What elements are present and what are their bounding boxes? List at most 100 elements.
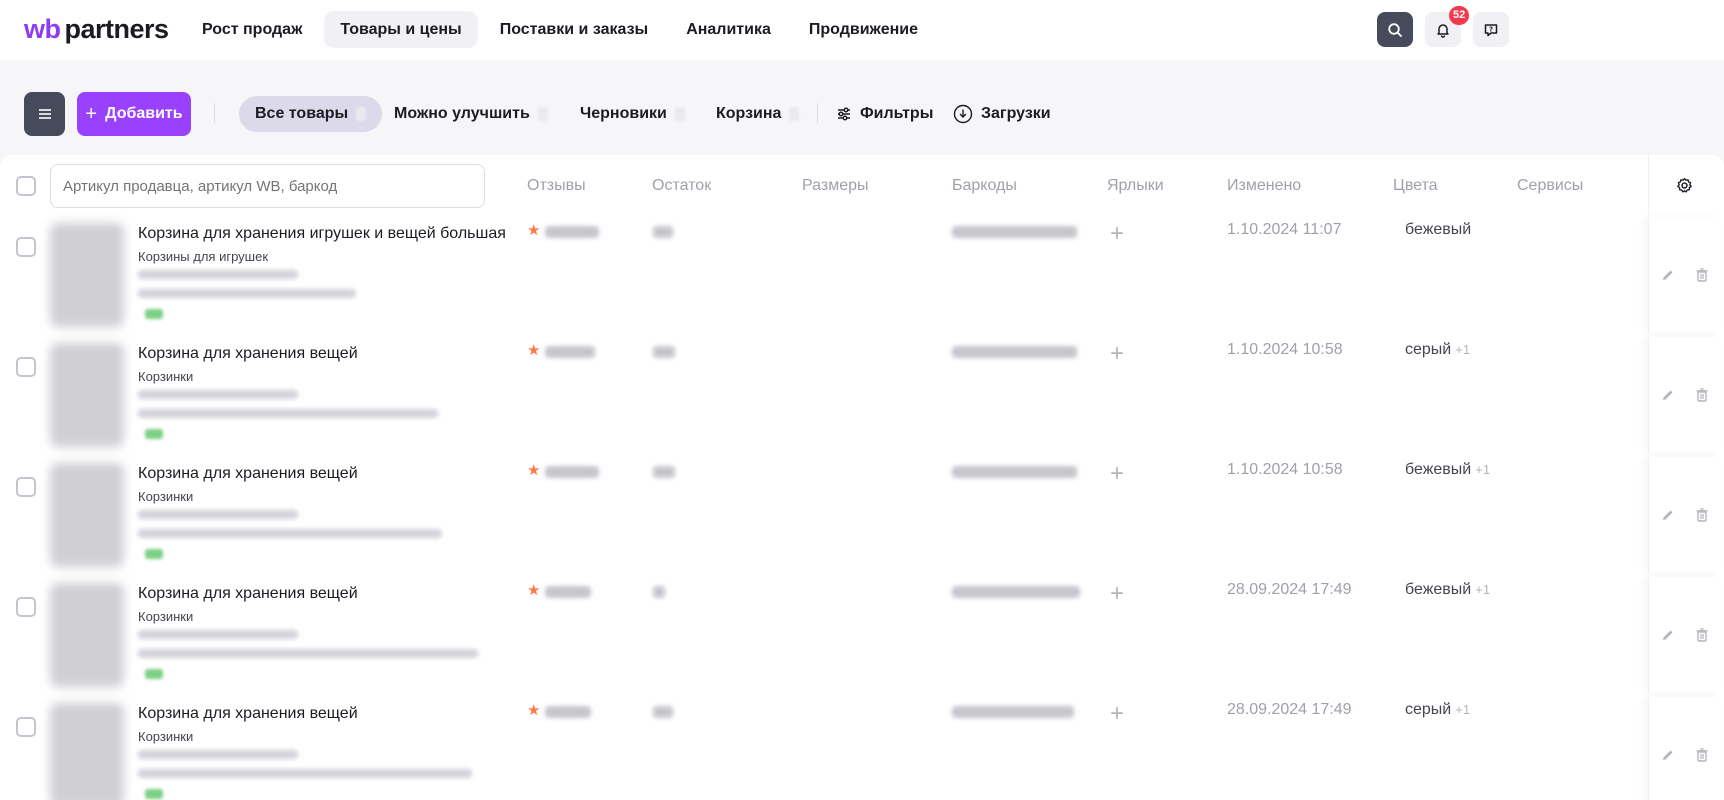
barcode-value-blurred [952,226,1077,238]
column-header-labels[interactable]: Ярлыки [1107,177,1164,195]
add-label-icon[interactable]: + [1110,580,1124,608]
add-label-icon[interactable]: + [1110,460,1124,488]
top-navbar: wb partners Рост продаж Товары и цены Пос… [0,0,1724,60]
wb-article-blurred [138,510,298,519]
table-settings-button[interactable] [1648,155,1720,215]
menu-icon [38,109,51,119]
menu-button[interactable] [24,92,65,136]
table-row[interactable]: Корзина для хранения вещей Корзинки ★ + … [0,457,1724,577]
more-colors-count: +1 [1475,582,1491,597]
star-icon: ★ [527,582,541,599]
notifications-button[interactable]: 52 [1425,6,1470,47]
wb-article-blurred [138,630,298,639]
modified-date: 28.09.2024 17:49 [1227,701,1352,718]
product-thumbnail[interactable] [50,463,124,567]
products-table: Отзывы Остаток Размеры Баркоды Ярлыки Из… [0,155,1724,800]
wb-article-blurred [138,390,298,399]
nav-item-sales-growth[interactable]: Рост продаж [186,11,318,48]
edit-icon[interactable] [1660,507,1676,523]
trash-icon[interactable] [1694,267,1710,283]
product-color: серый +1 [1405,701,1471,718]
tab-can-improve[interactable]: Можно улучшить [378,96,564,132]
tab-drafts[interactable]: Черновики [564,96,701,132]
product-subject: Корзинки [138,489,194,504]
product-thumbnail[interactable] [50,223,124,327]
column-header-colors[interactable]: Цвета [1393,177,1438,195]
row-actions [1648,337,1720,453]
row-checkbox[interactable] [16,477,36,497]
wb-partners-logo[interactable]: wb partners [24,14,169,45]
star-icon: ★ [527,222,541,239]
table-row[interactable]: Корзина для хранения вещей Корзинки ★ + … [0,697,1724,800]
stock-value-blurred [653,226,673,238]
add-product-button[interactable]: + Добавить [77,92,191,136]
edit-icon[interactable] [1660,267,1676,283]
column-header-modified[interactable]: Изменено [1227,177,1301,195]
column-header-sizes[interactable]: Размеры [802,177,869,195]
bell-icon [1437,23,1449,38]
wb-article-blurred [138,750,298,759]
product-subject: Корзинки [138,729,194,744]
table-header: Отзывы Остаток Размеры Баркоды Ярлыки Из… [0,155,1724,215]
product-title[interactable]: Корзина для хранения вещей [138,465,358,483]
row-checkbox[interactable] [16,237,36,257]
stock-value-blurred [653,346,675,358]
search-input[interactable] [50,164,485,208]
table-row[interactable]: Корзина для хранения игрушек и вещей бол… [0,217,1724,337]
product-title[interactable]: Корзина для хранения вещей [138,585,358,603]
barcode-value-blurred [952,706,1074,718]
wb-article-blurred [138,270,298,279]
add-label-icon[interactable]: + [1110,700,1124,728]
edit-icon[interactable] [1660,387,1676,403]
column-header-stock[interactable]: Остаток [652,177,711,195]
trash-icon[interactable] [1694,747,1710,763]
table-row[interactable]: Корзина для хранения вещей Корзинки ★ + … [0,577,1724,697]
trash-icon[interactable] [1694,387,1710,403]
row-actions [1648,577,1720,693]
column-header-reviews[interactable]: Отзывы [527,177,586,195]
nav-item-supplies-orders[interactable]: Поставки и заказы [484,11,664,48]
edit-icon[interactable] [1660,747,1676,763]
support-chat-button[interactable]: ? [1473,12,1509,47]
filters-button[interactable]: Фильтры [836,96,933,132]
product-thumbnail[interactable] [50,583,124,687]
row-checkbox[interactable] [16,597,36,617]
add-label-icon[interactable]: + [1110,220,1124,248]
row-checkbox[interactable] [16,717,36,737]
table-row[interactable]: Корзина для хранения вещей Корзинки ★ + … [0,337,1724,457]
reviews-value-blurred [545,706,591,718]
product-title[interactable]: Корзина для хранения игрушек и вещей бол… [138,225,506,243]
row-checkbox[interactable] [16,357,36,377]
main-nav: Рост продаж Товары и цены Поставки и зак… [186,11,934,48]
add-label-icon[interactable]: + [1110,340,1124,368]
nav-item-analytics[interactable]: Аналитика [670,11,787,48]
column-header-barcodes[interactable]: Баркоды [952,177,1017,195]
barcode-value-blurred [952,586,1080,598]
modified-date: 1.10.2024 10:58 [1227,461,1343,478]
row-actions [1648,217,1720,333]
stock-value-blurred [653,706,673,718]
more-colors-count: +1 [1455,342,1471,357]
seller-article-blurred [138,289,356,298]
product-title[interactable]: Корзина для хранения вещей [138,705,358,723]
tab-all-products[interactable]: Все товары [239,96,383,132]
trash-icon[interactable] [1694,627,1710,643]
nav-item-products-prices[interactable]: Товары и цены [324,11,478,48]
product-title[interactable]: Корзина для хранения вещей [138,345,358,363]
search-button[interactable] [1377,12,1413,47]
star-icon: ★ [527,462,541,479]
product-color: бежевый [1405,221,1472,238]
row-actions [1648,697,1720,800]
select-all-checkbox[interactable] [16,176,36,196]
product-thumbnail[interactable] [50,703,124,800]
column-header-services[interactable]: Сервисы [1517,177,1583,195]
header-actions: 52 ? [1377,6,1509,47]
tab-trash[interactable]: Корзина [700,96,815,132]
edit-icon[interactable] [1660,627,1676,643]
star-icon: ★ [527,702,541,719]
modified-date: 1.10.2024 10:58 [1227,341,1343,358]
trash-icon[interactable] [1694,507,1710,523]
nav-item-promotion[interactable]: Продвижение [793,11,934,48]
product-thumbnail[interactable] [50,343,124,447]
downloads-button[interactable]: Загрузки [953,96,1051,132]
